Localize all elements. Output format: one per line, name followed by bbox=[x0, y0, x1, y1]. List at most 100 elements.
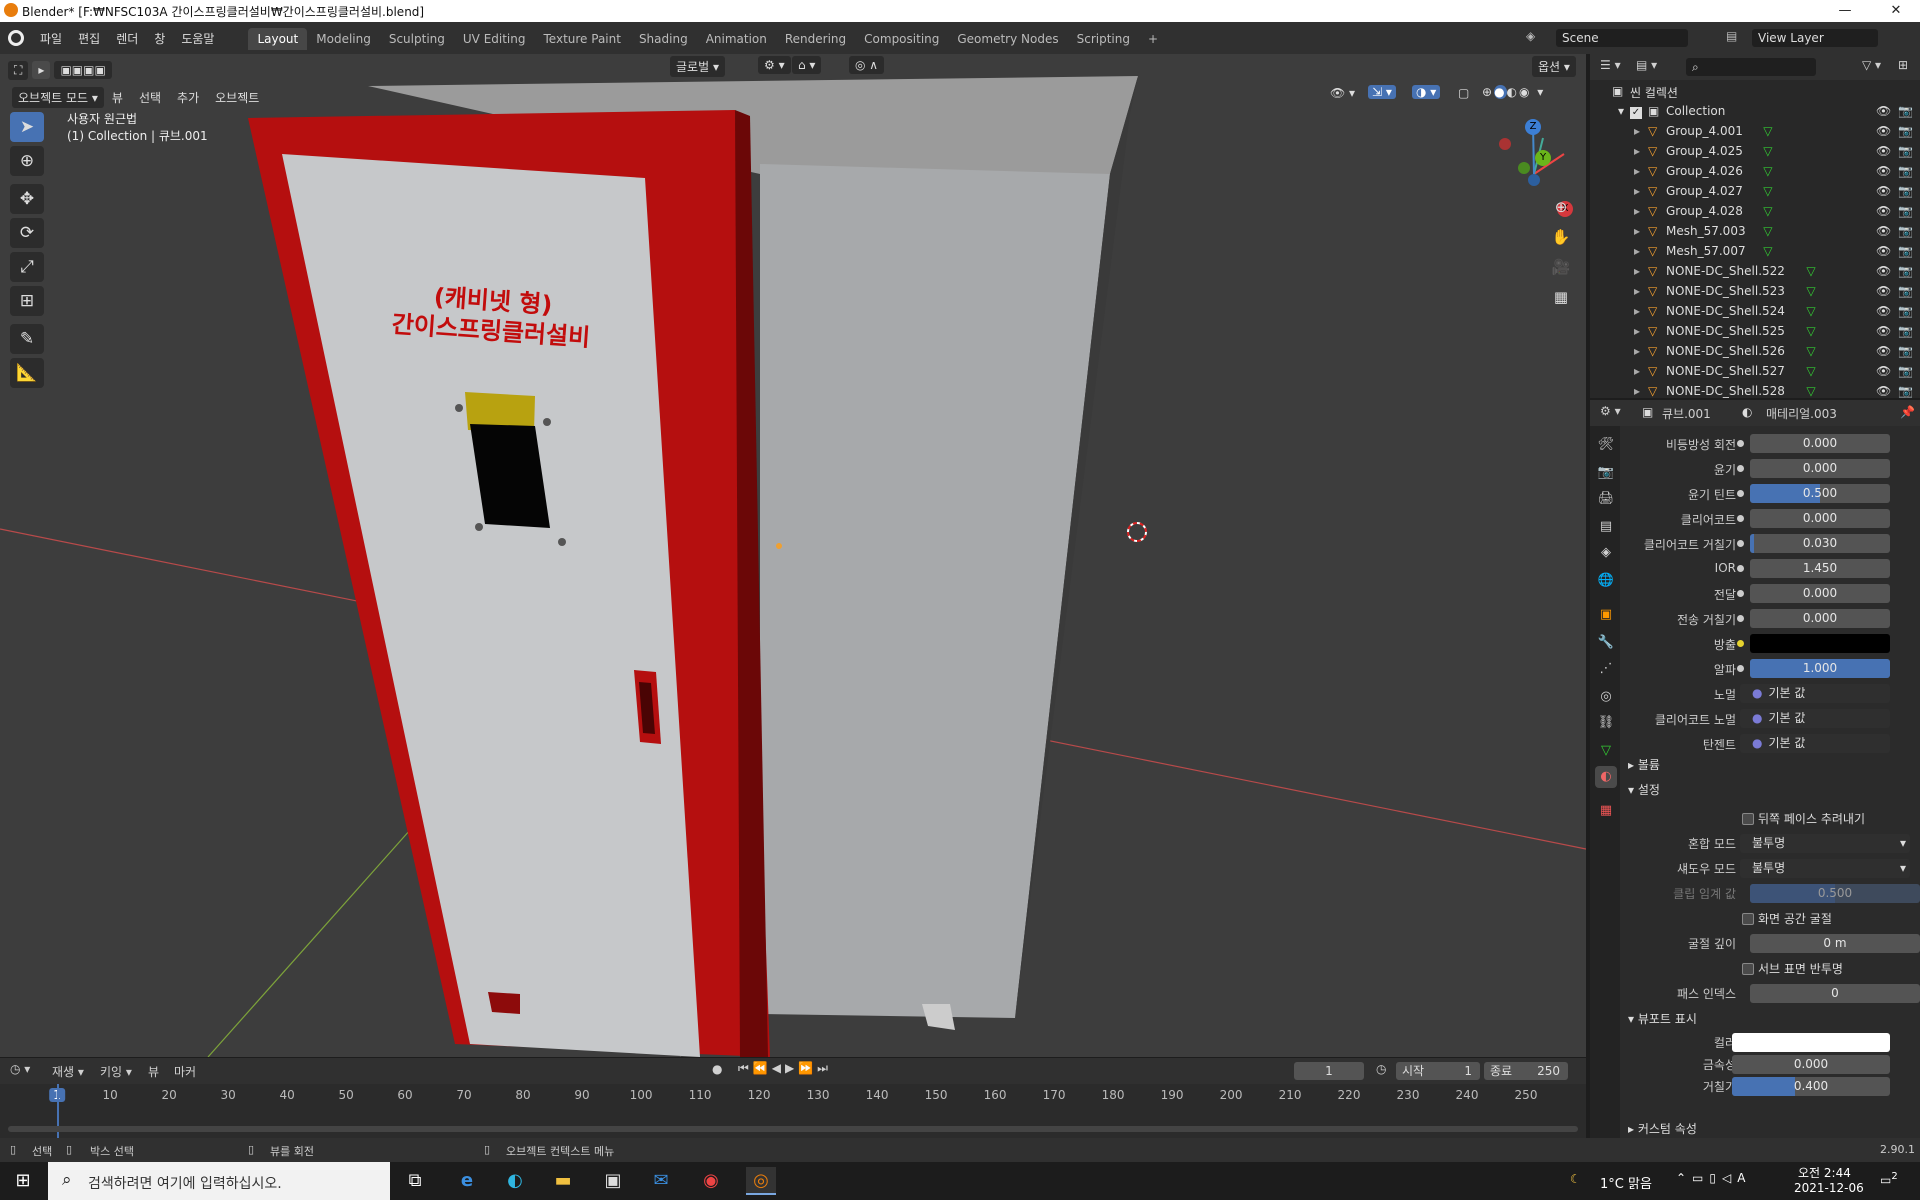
tab-layout[interactable]: Layout bbox=[248, 28, 308, 50]
menu-edit[interactable]: 편집 bbox=[70, 30, 108, 47]
physics-tab-icon[interactable]: ◎ bbox=[1595, 686, 1617, 708]
tab-scripting[interactable]: Scripting bbox=[1068, 28, 1139, 50]
cursor-tool[interactable]: ⊕ bbox=[10, 146, 44, 176]
move-tool[interactable]: ✥ bbox=[10, 184, 44, 214]
outliner-search-input[interactable]: ⌕ bbox=[1686, 58, 1816, 76]
camera-render-icon[interactable]: 📷 bbox=[1898, 124, 1913, 138]
camera-icon[interactable]: 🎥 bbox=[1548, 254, 1574, 280]
camera-render-icon[interactable]: 📷 bbox=[1898, 144, 1913, 158]
outliner-editor-icon[interactable]: ☰ ▾ bbox=[1600, 58, 1621, 72]
camera-render-icon[interactable]: 📷 bbox=[1898, 264, 1913, 278]
section-volume[interactable]: ▸ 볼륨 bbox=[1628, 756, 1660, 773]
outliner-item[interactable]: ▸ ▽ NONE-DC_Shell.527 ▽ 👁 📷 bbox=[1590, 364, 1920, 384]
mail-icon[interactable]: ✉ bbox=[646, 1167, 676, 1195]
scale-tool[interactable]: ⤢ bbox=[10, 252, 44, 282]
tab-sculpting[interactable]: Sculpting bbox=[380, 28, 454, 50]
outliner-item[interactable]: ▸ ▽ NONE-DC_Shell.524 ▽ 👁 📷 bbox=[1590, 304, 1920, 324]
outliner-item[interactable]: ▸ ▽ NONE-DC_Shell.526 ▽ 👁 📷 bbox=[1590, 344, 1920, 364]
viewport-color-swatch[interactable] bbox=[1732, 1033, 1890, 1052]
menu-timeline-view[interactable]: 뷰 bbox=[148, 1063, 159, 1080]
menu-add[interactable]: 추가 bbox=[169, 89, 207, 106]
gizmo-neg-y-icon[interactable] bbox=[1518, 162, 1530, 174]
eye-icon[interactable]: 👁 bbox=[1876, 104, 1891, 118]
emission-color-swatch[interactable] bbox=[1750, 634, 1890, 653]
zoom-icon[interactable]: ⊕ bbox=[1548, 194, 1574, 220]
tab-rendering[interactable]: Rendering bbox=[776, 28, 855, 50]
expand-arrow-icon[interactable]: ▸ bbox=[1634, 184, 1640, 198]
snap-icon[interactable]: ⌂ ▾ bbox=[792, 56, 822, 74]
world-tab-icon[interactable]: 🌐 bbox=[1595, 570, 1617, 592]
edge-icon[interactable]: ◐ bbox=[500, 1167, 530, 1195]
file-explorer-icon[interactable]: ▬ bbox=[548, 1167, 578, 1195]
expand-arrow-icon[interactable]: ▸ bbox=[1634, 264, 1640, 278]
section-viewport-display[interactable]: ▾ 뷰포트 표시 bbox=[1628, 1010, 1697, 1027]
timeline-panel[interactable]: ◷ ▾ 재생 ▾ 키잉 ▾ 뷰 마커 ● ⏮⏪◀▶⏩⏭ 1 ◷ 시작 1 종료 25… bbox=[0, 1058, 1586, 1138]
overlay-toggle-icon[interactable]: ◑ ▾ bbox=[1412, 85, 1441, 99]
store-icon[interactable]: ▣ bbox=[598, 1167, 628, 1195]
eye-icon[interactable]: 👁 bbox=[1876, 144, 1891, 158]
rotate-tool[interactable]: ⟳ bbox=[10, 218, 44, 248]
menu-marker[interactable]: 마커 bbox=[174, 1063, 196, 1080]
tab-animation[interactable]: Animation bbox=[697, 28, 776, 50]
expand-arrow-icon[interactable]: ▸ bbox=[1634, 364, 1640, 378]
expand-arrow-icon[interactable]: ▸ bbox=[1634, 224, 1640, 238]
transform-orientation-dropdown[interactable]: 글로벌 ▾ bbox=[670, 56, 725, 77]
socket-dot-icon[interactable] bbox=[1737, 440, 1744, 447]
property-value-field[interactable]: 0.000 bbox=[1750, 459, 1890, 478]
expand-arrow-icon[interactable]: ▸ bbox=[1634, 284, 1640, 298]
refraction-depth-field[interactable]: 0 m bbox=[1750, 934, 1920, 953]
eye-icon[interactable]: 👁 bbox=[1876, 304, 1891, 318]
socket-dot-icon[interactable] bbox=[1737, 515, 1744, 522]
view-layer-tab-icon[interactable]: ▤ bbox=[1595, 516, 1617, 538]
menu-select[interactable]: 선택 bbox=[131, 89, 169, 106]
gizmo-toggle-icon[interactable]: ⇲ ▾ bbox=[1368, 85, 1396, 99]
menu-help[interactable]: 도움말 bbox=[173, 30, 222, 47]
tab-uv-editing[interactable]: UV Editing bbox=[454, 28, 535, 50]
modifier-tab-icon[interactable]: 🔧 bbox=[1595, 632, 1617, 654]
eye-icon[interactable]: 👁 bbox=[1876, 164, 1891, 178]
output-tab-icon[interactable]: 🖨 bbox=[1595, 488, 1617, 510]
tab-shading[interactable]: Shading bbox=[630, 28, 697, 50]
menu-file[interactable]: 파일 bbox=[32, 30, 70, 47]
socket-dot-icon[interactable] bbox=[1737, 615, 1744, 622]
section-settings[interactable]: ▾ 설정 bbox=[1628, 781, 1660, 798]
socket-dot-icon[interactable] bbox=[1737, 490, 1744, 497]
property-value-field[interactable]: 1.450 bbox=[1750, 559, 1890, 578]
menu-playback[interactable]: 재생 ▾ bbox=[52, 1063, 84, 1080]
menu-window[interactable]: 창 bbox=[146, 30, 173, 47]
socket-dot-icon[interactable] bbox=[1737, 540, 1744, 547]
blender-menu-icon[interactable] bbox=[8, 30, 24, 46]
measure-tool[interactable]: 📐 bbox=[10, 358, 44, 388]
link-input-dropdown[interactable]: ● 기본 값 bbox=[1740, 684, 1890, 703]
property-value-field[interactable]: 0.500 bbox=[1750, 484, 1890, 503]
tab-modeling[interactable]: Modeling bbox=[307, 28, 380, 50]
outliner-item[interactable]: ▸ ▽ NONE-DC_Shell.528 ▽ 👁 📷 bbox=[1590, 384, 1920, 398]
section-custom-properties[interactable]: ▸ 커스텀 속성 bbox=[1628, 1120, 1697, 1137]
property-value-field[interactable]: 0.000 bbox=[1750, 509, 1890, 528]
visibility-icon[interactable]: 👁 ▾ bbox=[1330, 86, 1355, 100]
eye-icon[interactable]: 👁 bbox=[1876, 264, 1891, 278]
3d-viewport[interactable]: X Y Z ⛶ ▸ ▣▣▣▣ 오브젝트 모드 ▾ 뷰 선택 추가 오브젝트 글로… bbox=[0, 54, 1586, 1057]
annotate-tool[interactable]: ✎ bbox=[10, 324, 44, 354]
expand-arrow-icon[interactable]: ▸ bbox=[1634, 304, 1640, 318]
roughness-field[interactable]: 0.400 bbox=[1732, 1077, 1890, 1096]
outliner-item[interactable]: ▸ ▽ NONE-DC_Shell.523 ▽ 👁 📷 bbox=[1590, 284, 1920, 304]
view-layer-selector[interactable]: View Layer bbox=[1752, 29, 1878, 47]
camera-render-icon[interactable]: 📷 bbox=[1898, 104, 1913, 118]
eye-icon[interactable]: 👁 bbox=[1876, 184, 1891, 198]
object-name[interactable]: 큐브.001 bbox=[1662, 405, 1711, 422]
end-frame-field[interactable]: 종료 250 bbox=[1484, 1062, 1568, 1080]
notification-icon[interactable]: ▭2 bbox=[1880, 1171, 1898, 1187]
property-value-field[interactable]: 0.000 bbox=[1750, 584, 1890, 603]
minimize-button[interactable]: — bbox=[1822, 0, 1868, 22]
select-mode-icon[interactable]: ▸ bbox=[32, 61, 51, 79]
menu-object[interactable]: 오브젝트 bbox=[207, 89, 267, 106]
property-value-field[interactable]: 1.000 bbox=[1750, 659, 1890, 678]
menu-view[interactable]: 뷰 bbox=[104, 89, 131, 106]
options-dropdown[interactable]: 옵션 ▾ bbox=[1532, 56, 1576, 77]
camera-render-icon[interactable]: 📷 bbox=[1898, 304, 1913, 318]
filter-icon[interactable]: ▽ ▾ bbox=[1862, 58, 1881, 72]
eye-icon[interactable]: 👁 bbox=[1876, 284, 1891, 298]
properties-editor-icon[interactable]: ⚙ ▾ bbox=[1600, 404, 1621, 418]
gizmo-y-icon[interactable]: Y bbox=[1535, 150, 1551, 166]
